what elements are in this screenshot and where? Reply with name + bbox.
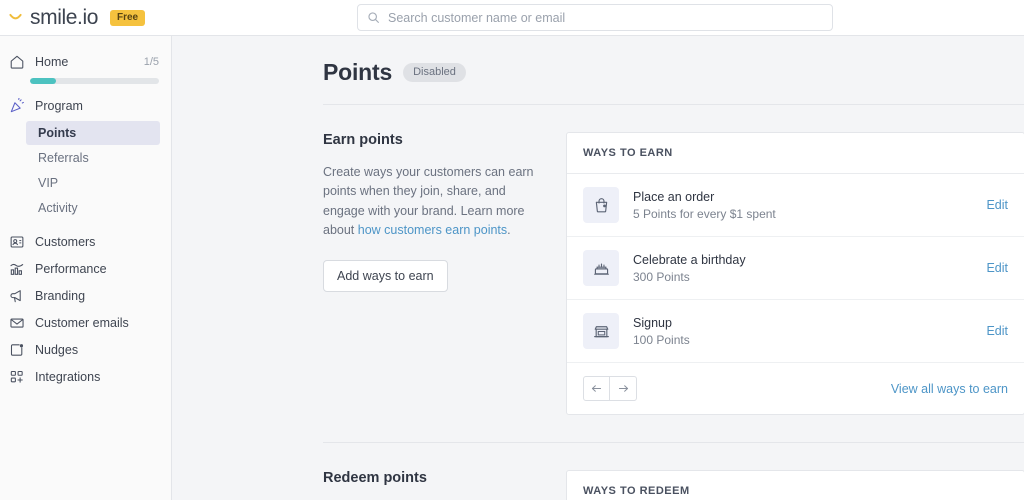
ways-to-earn-card-wrap: WAYS TO EARN Place an order 5 Points for (566, 132, 1024, 415)
earn-desc-text-2: . (507, 223, 511, 238)
earn-points-title: Earn points (323, 132, 403, 148)
ways-to-redeem-card-wrap: WAYS TO REDEEM (566, 470, 1024, 500)
how-customers-earn-points-link[interactable]: how customers earn points (358, 223, 507, 237)
arrow-right-icon (618, 385, 628, 392)
onboarding-progress-bar (30, 78, 159, 84)
home-icon (8, 53, 25, 70)
sidebar-item-performance[interactable]: Performance (0, 255, 171, 282)
nudge-icon (8, 341, 25, 358)
sidebar-item-branding[interactable]: Branding (0, 282, 171, 309)
party-popper-icon (8, 97, 25, 114)
sidebar-item-program[interactable]: Program (0, 92, 171, 119)
sidebar-item-label-customers: Customers (35, 234, 96, 249)
sidebar-item-referrals[interactable]: Referrals (26, 146, 160, 170)
sidebar-item-customers[interactable]: Customers (0, 228, 171, 255)
progress-fill (30, 78, 56, 84)
row-text: Celebrate a birthday 300 Points (633, 253, 972, 284)
page-header: Points Disabled (323, 36, 1024, 105)
brand-logo[interactable]: smile.io Free (0, 5, 146, 30)
earn-points-section: Earn points Create ways your customers c… (323, 105, 1024, 415)
redeem-points-section: Redeem points WAYS TO REDEEM (323, 443, 1024, 500)
sidebar-item-label-branding: Branding (35, 288, 86, 303)
row-title: Place an order (633, 189, 715, 204)
status-badge: Disabled (403, 63, 466, 82)
sidebar-item-integrations[interactable]: Integrations (0, 363, 171, 390)
sidebar-item-points[interactable]: Points (26, 121, 160, 145)
sidebar-item-label-integrations: Integrations (35, 369, 101, 384)
sidebar-item-customer-emails[interactable]: Customer emails (0, 309, 171, 336)
table-row[interactable]: Celebrate a birthday 300 Points Edit (567, 237, 1024, 300)
redeem-points-info: Redeem points (323, 470, 566, 500)
next-page-button[interactable] (610, 376, 637, 401)
edit-link[interactable]: Edit (986, 198, 1008, 212)
sidebar-item-activity[interactable]: Activity (26, 196, 160, 220)
sidebar-item-label-customer-emails: Customer emails (35, 315, 129, 330)
megaphone-icon (8, 287, 25, 304)
row-text: Place an order 5 Points for every $1 spe… (633, 190, 972, 221)
sidebar-sublabel-referrals: Referrals (38, 151, 89, 165)
page-title: Points (323, 59, 393, 85)
sidebar-item-home[interactable]: Home 1/5 (0, 48, 171, 75)
sidebar: Home 1/5 Program Points Referrals VIP Ac… (0, 36, 172, 500)
sidebar-item-label-home: Home (35, 54, 69, 69)
sidebar-sublabel-activity: Activity (38, 201, 78, 215)
chart-icon (8, 260, 25, 277)
birthday-cake-icon (583, 250, 619, 286)
redeem-points-title: Redeem points (323, 470, 427, 486)
pagination (583, 376, 637, 401)
ways-to-redeem-card: WAYS TO REDEEM (566, 470, 1024, 500)
add-ways-to-earn-button[interactable]: Add ways to earn (323, 259, 448, 292)
row-title: Celebrate a birthday (633, 252, 746, 267)
row-title: Signup (633, 315, 672, 330)
table-row[interactable]: Signup 100 Points Edit (567, 300, 1024, 363)
smile-curve-icon (9, 13, 22, 20)
row-subtitle: 5 Points for every $1 spent (633, 206, 776, 221)
ways-to-redeem-card-header: WAYS TO REDEEM (567, 471, 1024, 500)
contact-card-icon (8, 233, 25, 250)
home-progress-count: 1/5 (143, 55, 159, 68)
earn-points-info: Earn points Create ways your customers c… (323, 132, 566, 415)
previous-page-button[interactable] (583, 376, 610, 401)
shopping-bag-icon (583, 187, 619, 223)
sidebar-item-label-program: Program (35, 98, 83, 113)
edit-link[interactable]: Edit (986, 261, 1008, 275)
table-row[interactable]: Place an order 5 Points for every $1 spe… (567, 174, 1024, 237)
ways-to-earn-card-header: WAYS TO EARN (567, 133, 1024, 174)
sidebar-item-label-performance: Performance (35, 261, 107, 276)
search-input[interactable] (388, 5, 832, 30)
envelope-icon (8, 314, 25, 331)
sidebar-item-label-nudges: Nudges (35, 342, 79, 357)
sidebar-sublabel-vip: VIP (38, 176, 59, 190)
arrow-left-icon (591, 385, 602, 392)
search-container (357, 4, 833, 31)
earn-points-description: Create ways your customers can earn poin… (323, 163, 540, 241)
top-bar: smile.io Free (0, 0, 1024, 36)
sidebar-item-nudges[interactable]: Nudges (0, 336, 171, 363)
program-subnav: Points Referrals VIP Activity (0, 121, 171, 220)
row-subtitle: 100 Points (633, 332, 690, 347)
main-content: Points Disabled Earn points Create ways … (172, 36, 1024, 500)
row-subtitle: 300 Points (633, 269, 690, 284)
ways-to-earn-card: WAYS TO EARN Place an order 5 Points for (566, 132, 1024, 415)
search-box[interactable] (357, 4, 833, 31)
plan-badge: Free (109, 9, 146, 26)
edit-link[interactable]: Edit (986, 324, 1008, 338)
storefront-icon (583, 313, 619, 349)
row-text: Signup 100 Points (633, 316, 972, 347)
sidebar-item-vip[interactable]: VIP (26, 171, 160, 195)
ways-to-earn-card-footer: View all ways to earn (567, 363, 1024, 414)
search-icon (368, 12, 379, 23)
integrations-icon (8, 368, 25, 385)
view-all-ways-to-earn-link[interactable]: View all ways to earn (891, 382, 1008, 396)
sidebar-sublabel-points: Points (38, 126, 77, 140)
brand-name: smile.io (30, 5, 98, 29)
